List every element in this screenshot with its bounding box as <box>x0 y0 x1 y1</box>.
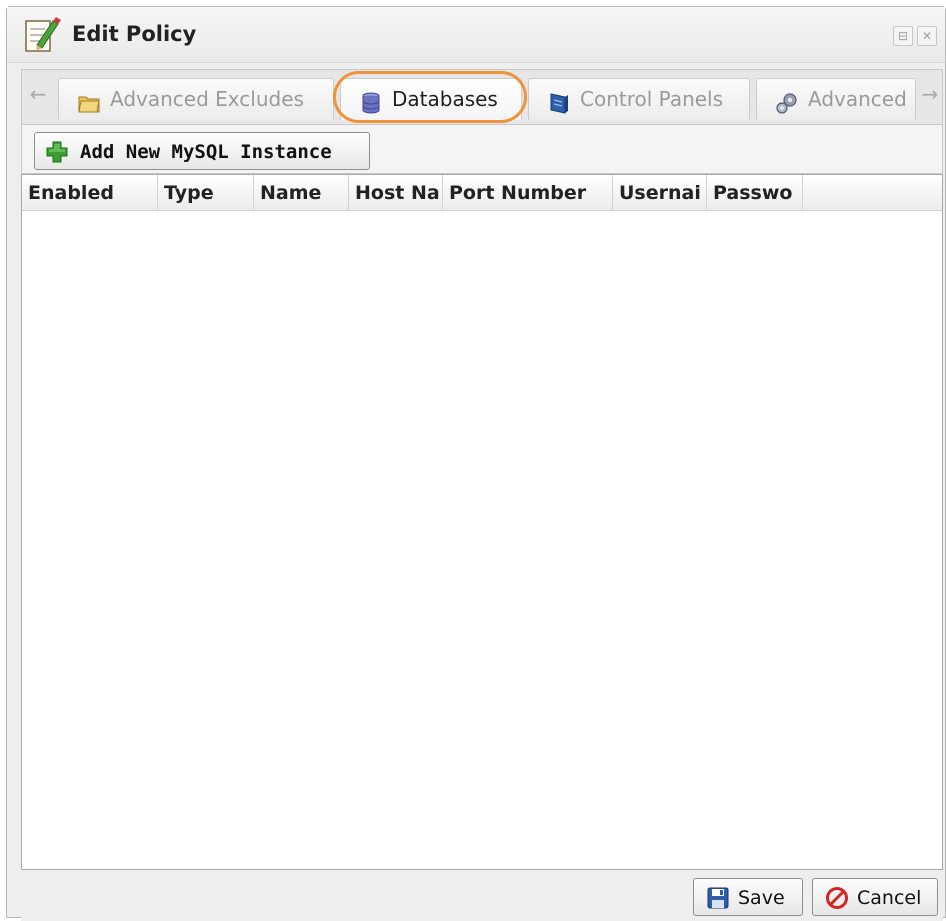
column-header-host-name[interactable]: Host Na <box>349 175 443 211</box>
close-button[interactable]: ✕ <box>917 26 937 46</box>
floppy-disk-icon <box>706 886 730 910</box>
edit-document-icon <box>23 15 61 55</box>
tab-label: Advanced Excludes <box>110 87 304 111</box>
add-mysql-instance-button[interactable]: Add New MySQL Instance <box>34 132 370 170</box>
edit-policy-dialog: Edit Policy ⊟ ✕ ← Advanced Excludes Data… <box>6 6 946 921</box>
column-header-username[interactable]: Usernai <box>613 175 707 211</box>
tab-label: Control Panels <box>580 87 724 111</box>
cancel-label: Cancel <box>857 887 922 909</box>
dialog-footer: Save Cancel <box>21 871 943 921</box>
cancel-icon <box>825 886 849 910</box>
column-header-port-number[interactable]: Port Number <box>443 175 613 211</box>
tab-databases[interactable]: Databases <box>340 78 522 120</box>
title-bar[interactable]: Edit Policy ⊟ ✕ <box>7 7 945 63</box>
save-label: Save <box>738 887 785 909</box>
control-panel-icon <box>547 88 571 114</box>
column-header-enabled[interactable]: Enabled <box>22 175 158 211</box>
folder-icon <box>77 88 101 113</box>
column-header-type[interactable]: Type <box>158 175 254 211</box>
save-button[interactable]: Save <box>693 878 803 916</box>
column-header-password[interactable]: Passwo <box>707 175 803 211</box>
toolbar: Add New MySQL Instance <box>21 124 943 174</box>
database-icon <box>359 88 383 114</box>
grid-header: Enabled Type Name Host Na Port Number Us… <box>22 175 942 211</box>
tab-advanced-excludes[interactable]: Advanced Excludes <box>58 78 334 120</box>
add-button-label: Add New MySQL Instance <box>80 141 332 163</box>
tab-strip: ← Advanced Excludes Databases Control Pa… <box>21 69 943 125</box>
cancel-button[interactable]: Cancel <box>812 878 938 916</box>
tab-scroll-right-icon[interactable]: → <box>920 82 940 106</box>
dialog-title: Edit Policy <box>72 22 197 46</box>
tab-advanced[interactable]: Advanced <box>756 78 916 120</box>
restore-button[interactable]: ⊟ <box>893 26 913 46</box>
tab-scroll-left-icon[interactable]: ← <box>28 82 48 106</box>
mysql-instances-grid: Enabled Type Name Host Na Port Number Us… <box>21 174 943 870</box>
plus-icon <box>45 140 69 164</box>
tab-control-panels[interactable]: Control Panels <box>528 78 750 120</box>
gears-icon <box>775 88 799 114</box>
column-header-name[interactable]: Name <box>254 175 349 211</box>
tab-label: Databases <box>392 87 498 111</box>
tab-label: Advanced <box>808 87 907 111</box>
